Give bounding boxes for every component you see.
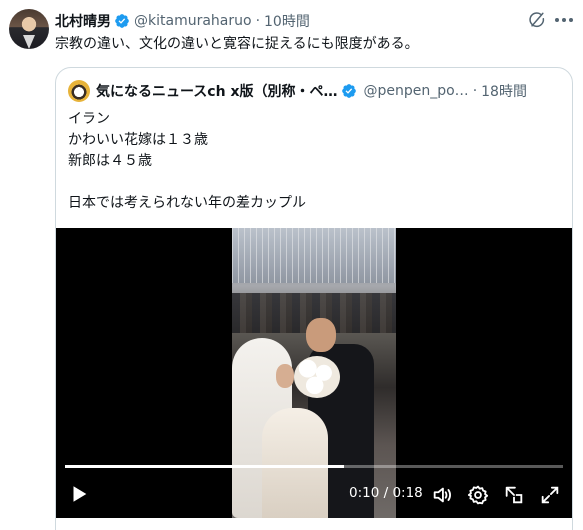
play-icon[interactable]: [68, 483, 90, 505]
more-dot: [569, 18, 573, 22]
avatar-shirt: [23, 35, 35, 49]
picture-in-picture-icon[interactable]: [503, 484, 525, 506]
video-progress-bar[interactable]: [65, 465, 563, 468]
quoted-text: イラン かわいい花嫁は１３歳 新郎は４５歳 日本では考えられない年の差カップル: [68, 111, 306, 211]
verified-badge-icon: [115, 14, 129, 28]
author-avatar[interactable]: [9, 9, 49, 49]
video-frame: [232, 228, 396, 518]
more-dot: [555, 18, 559, 22]
tweet-header: 北村晴男 @kitamuraharuo · 10時間: [55, 11, 310, 31]
ceiling-lights: [232, 228, 396, 283]
author-name[interactable]: 北村晴男: [55, 11, 111, 31]
bouquet: [294, 356, 340, 398]
more-icon[interactable]: [553, 10, 575, 30]
video-timecode: 0:10 / 0:18: [349, 485, 423, 501]
video-progress-fill: [65, 465, 344, 468]
quoted-time: 18時間: [481, 84, 527, 100]
tweet-text: 宗教の違い、文化の違いと寛容に捉えるにも限度がある。: [55, 36, 419, 52]
quoted-avatar: [68, 80, 90, 102]
quoted-author-name: 気になるニュースch x版（別称・ペ…: [96, 84, 338, 100]
separator-dot: ·: [255, 13, 261, 29]
quoted-author-handle: @penpen_po…: [363, 83, 469, 99]
settings-icon[interactable]: [467, 484, 489, 506]
separator-dot: ·: [472, 83, 478, 99]
grok-icon[interactable]: [527, 10, 547, 30]
post-time[interactable]: 10時間: [264, 11, 310, 31]
volume-icon[interactable]: [431, 484, 453, 506]
quoted-tweet[interactable]: 気になるニュースch x版（別称・ペ… @penpen_po… · 18時間 イ…: [55, 67, 573, 530]
video-player[interactable]: 0:10 / 0:18: [56, 228, 572, 518]
quoted-header: 気になるニュースch x版（別称・ペ… @penpen_po… · 18時間: [68, 80, 564, 102]
fullscreen-icon[interactable]: [539, 484, 561, 506]
author-handle[interactable]: @kitamuraharuo: [134, 13, 252, 29]
more-dot: [562, 18, 566, 22]
bride-dress: [262, 408, 328, 518]
bride-face: [276, 364, 294, 388]
verified-badge-icon: [342, 84, 357, 98]
